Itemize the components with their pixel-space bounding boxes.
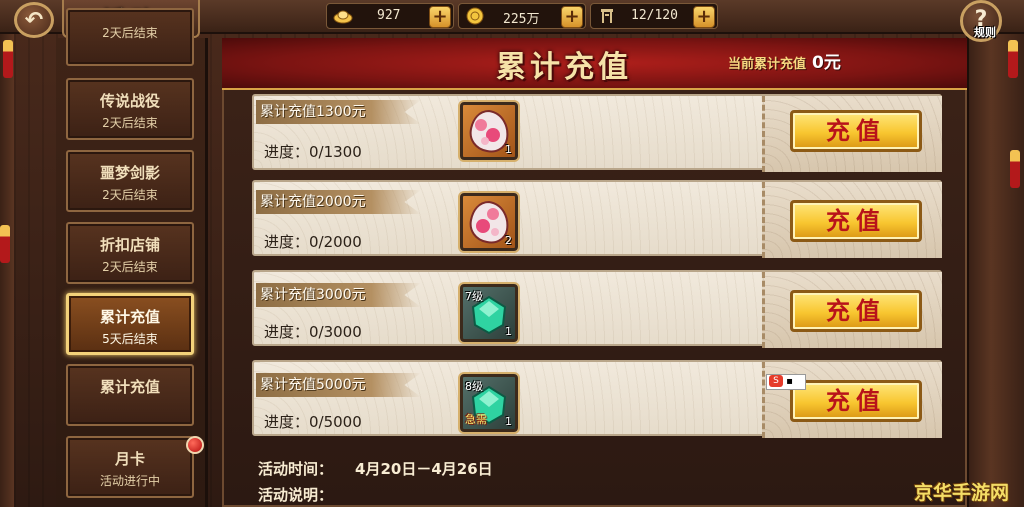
sidebar-item-subtitle: 2天后结束 (102, 188, 158, 202)
resource-gold: 927 + (326, 3, 454, 29)
sidebar-item-legend-battle[interactable]: 传说战役 2天后结束 (66, 78, 194, 140)
current-recharge-amount: 0元 (812, 53, 841, 73)
panel-title: 累计充值 (496, 50, 632, 85)
reward-item-slot[interactable]: 2 (460, 193, 518, 251)
sidebar-item-title: 传说战役 (99, 92, 160, 110)
sidebar-item-subtitle: 活动进行中 (99, 474, 160, 488)
tassel-decoration (1008, 40, 1018, 78)
stamina-icon (597, 7, 617, 25)
activity-description: 活动说明： (258, 484, 333, 505)
coin-value: 225万 (503, 12, 540, 27)
sidebar-item-title: 折扣店铺 (99, 236, 160, 254)
reward-item-slot[interactable]: 1 (460, 102, 518, 160)
current-recharge-label: 当前累计充值 (728, 57, 807, 72)
reward-count: 1 (505, 325, 512, 338)
reward-level: 7级 (465, 290, 483, 303)
watermark: 京华手游网 (914, 482, 1010, 504)
tier-progress: 进度：0/3000 (264, 323, 362, 341)
gold-value: 927 (377, 8, 401, 23)
coin-icon (465, 7, 485, 25)
resource-coin: 225万 + (458, 3, 586, 29)
tier-label: 累计充值5000元 (256, 373, 421, 397)
stamina-value: 12/120 (631, 8, 678, 23)
reward-count: 2 (505, 234, 512, 247)
sidebar-item-nightmare-sword[interactable]: 噩梦剑影 2天后结束 (66, 150, 194, 212)
sidebar-item-title: 累计充值 (99, 308, 160, 326)
input-method-widget[interactable]: S ▪ (766, 374, 806, 390)
gold-ingot-icon (333, 7, 353, 25)
activity-sidebar: 2天后结束 传说战役 2天后结束 噩梦剑影 2天后结束 折扣店铺 2天后结束 累… (56, 8, 208, 507)
recharge-button[interactable]: 充值 (790, 380, 922, 422)
sidebar-item-subtitle: 2天后结束 (102, 260, 158, 274)
sidebar-item-monthly-card[interactable]: 月卡 活动进行中 (66, 436, 194, 498)
sidebar-item-ending[interactable]: 2天后结束 (66, 8, 194, 66)
tier-progress: 进度：0/5000 (264, 413, 362, 431)
resource-stamina: 12/120 + (590, 3, 718, 29)
reward-item-slot[interactable]: 7级 1 (460, 284, 518, 342)
sidebar-item-recharge[interactable]: 累计充值 (66, 364, 194, 426)
tier-label: 累计充值3000元 (256, 283, 421, 307)
tassel-decoration (1010, 150, 1020, 188)
back-arrow-icon: ↶ (24, 7, 44, 33)
sidebar-item-discount-shop[interactable]: 折扣店铺 2天后结束 (66, 222, 194, 284)
tassel-decoration (3, 40, 13, 78)
reward-count: 1 (505, 143, 512, 156)
activity-description-label: 活动说明： (258, 486, 334, 504)
help-label: 规则 (974, 26, 996, 39)
recharge-button[interactable]: 充值 (790, 200, 922, 242)
activity-time-value: 4月20日－4月26日 (355, 460, 493, 478)
notification-badge (186, 436, 204, 454)
sidebar-item-title: 月卡 (114, 450, 145, 468)
sidebar-item-title: 累计充值 (99, 378, 160, 396)
reward-tag: 急需 (465, 413, 487, 426)
activity-time-label: 活动时间： (258, 460, 334, 478)
add-coin-button[interactable]: + (561, 6, 583, 28)
reward-count: 1 (505, 415, 512, 428)
tier-label: 累计充值2000元 (256, 190, 421, 214)
tier-progress: 进度：0/1300 (264, 143, 362, 161)
sidebar-item-subtitle: 5天后结束 (102, 332, 158, 346)
add-stamina-button[interactable]: + (693, 6, 715, 28)
recharge-button[interactable]: 充值 (790, 110, 922, 152)
activity-time: 活动时间： 4月20日－4月26日 (258, 458, 493, 479)
sogou-icon: S (769, 375, 783, 387)
sidebar-item-recharge-active[interactable]: 累计充值 5天后结束 (66, 293, 194, 355)
reward-level: 8级 (465, 380, 483, 393)
tier-progress: 进度：0/2000 (264, 233, 362, 251)
sidebar-item-subtitle: 2天后结束 (102, 26, 158, 40)
tassel-decoration (0, 225, 10, 263)
add-gold-button[interactable]: + (429, 6, 451, 28)
reward-item-slot[interactable]: 8级 急需 1 (460, 374, 518, 432)
tier-label: 累计充值1300元 (256, 100, 421, 124)
sidebar-item-title: 噩梦剑影 (99, 164, 160, 182)
recharge-button[interactable]: 充值 (790, 290, 922, 332)
sidebar-item-subtitle: 2天后结束 (102, 116, 158, 130)
current-recharge: 当前累计充值 0元 (728, 48, 841, 73)
back-button[interactable]: ↶ (14, 2, 54, 38)
